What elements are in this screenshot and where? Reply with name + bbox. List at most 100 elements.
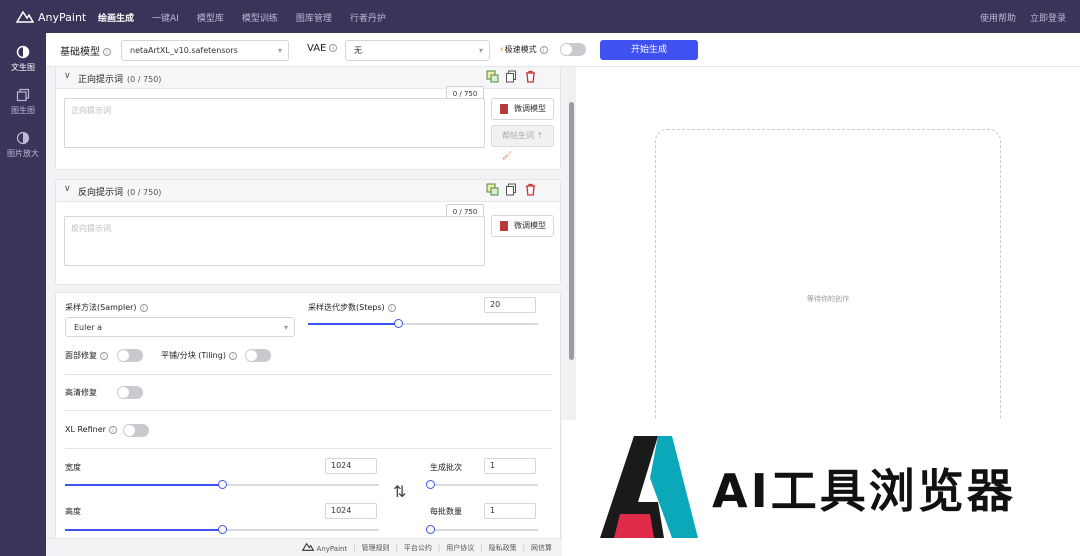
footer-link-filing[interactable]: 网信算 [531,543,552,553]
nav-item-model-library[interactable]: 模型库 [197,11,224,24]
positive-finetune-button[interactable]: 微调模型 [491,98,554,120]
brush-icon: 🖌 [502,151,513,160]
login-link[interactable]: 立即登录 [1030,11,1066,24]
generate-button[interactable]: 开始生成 [600,40,698,60]
chevron-down-icon: ▾ [478,46,483,55]
vae-select[interactable]: 无 ▾ [345,40,490,61]
batch-count-label: 生成批次 [430,463,462,472]
app-logo[interactable]: AnyPaint [16,9,86,25]
hires-toggle[interactable] [117,386,143,399]
delete-icon[interactable] [524,70,537,83]
info-icon[interactable]: i [387,303,396,312]
sampler-select[interactable]: Euler a ▾ [65,317,295,337]
hires-label: 高清修复 [65,388,97,397]
generation-params: 采样方法(Sampler) i Euler a ▾ 采样迭代步数(Steps) i … [55,292,561,538]
tiling-toggle[interactable] [245,349,271,362]
sidebar: 文生图 图生图 图片放大 [0,33,46,556]
base-model-label: 基础模型 i [60,43,111,58]
translate-icon[interactable] [486,183,499,196]
fast-mode-label: ⚡极速模式 i [499,44,548,55]
steps-input[interactable]: 20 [484,297,536,313]
info-icon[interactable]: i [539,45,548,54]
refiner-label: XL Refiner i [65,425,117,434]
swap-dimensions-icon[interactable]: ⇅ [393,482,406,501]
slider-knob[interactable] [393,319,403,328]
positive-prompt-title: 正向提示词 (0 / 750) [78,75,162,85]
watermark-logo-icon [600,436,698,538]
app-name: AnyPaint [38,10,87,24]
preview-area: 等待你的创作 [655,129,1001,429]
preview-placeholder: 等待你的创作 [807,295,849,303]
negative-prompt-card: ∨ 反向提示词 (0 / 750) 0 / 750 反向提示词 微调模型 [55,179,561,285]
nav-item-drawing[interactable]: 绘画生成 [98,11,134,24]
base-model-select[interactable]: netaArtXL_v10.safetensors ▾ [121,40,289,61]
footer-brand: AnyPaint [301,542,347,553]
batch-size-input[interactable]: 1 [484,503,536,519]
negative-prompt-title: 反向提示词 (0 / 750) [78,188,162,198]
copy-icon[interactable] [505,183,518,196]
info-icon[interactable]: i [329,44,338,52]
nav-item-model-training[interactable]: 模型训练 [242,11,278,24]
negative-prompt-input[interactable]: 反向提示词 [64,216,485,266]
base-model-value: netaArtXL_v10.safetensors [130,46,238,55]
positive-prompt-header[interactable]: ∨ 正向提示词 (0 / 750) [56,67,560,89]
face-fix-toggle[interactable] [117,349,143,362]
translate-icon[interactable] [486,70,499,83]
sidebar-item-img2img[interactable]: 图生图 [0,88,46,116]
nav-item-one-click-ai[interactable]: 一键AI [152,11,179,24]
controls-bar: 基础模型 i netaArtXL_v10.safetensors ▾ VAE i 无… [46,33,1080,67]
steps-slider[interactable] [308,319,538,328]
assist-button[interactable]: 帮帖生词 ↑ 🖌 [491,125,554,160]
top-bar: AnyPaint 绘画生成 一键AI 模型库 模型训练 图库管理 行者丹护 使用… [0,0,1080,33]
batch-count-input[interactable]: 1 [484,458,536,474]
negative-finetune-button[interactable]: 微调模型 [491,215,554,237]
height-label: 高度 [65,507,81,516]
slider-knob[interactable] [218,525,227,534]
sidebar-item-txt2img[interactable]: 文生图 [0,45,46,73]
scrollbar-thumb[interactable] [569,102,574,360]
delete-icon[interactable] [524,183,537,196]
footer-link-privacy[interactable]: 隐私政策 [489,543,517,553]
width-input[interactable]: 1024 [325,458,377,474]
anypaint-logo-icon [301,542,315,551]
negative-prompt-header[interactable]: ∨ 反向提示词 (0 / 750) [56,180,560,202]
tiling-label: 平铺/分块 (Tiling) i [161,350,237,361]
footer-link-convention[interactable]: 平台公约 [404,543,432,553]
help-link[interactable]: 使用帮助 [980,11,1016,24]
sidebar-item-label: 图片放大 [7,149,39,158]
footer-link-rules[interactable]: 管理规则 [362,543,390,553]
info-icon[interactable]: i [108,425,117,434]
chevron-down-icon[interactable]: ∨ [64,71,71,81]
sidebar-item-upscale[interactable]: 图片放大 [0,131,46,159]
height-slider[interactable] [65,525,379,534]
sampler-value: Euler a [74,323,103,332]
sidebar-item-label: 文生图 [11,63,35,72]
footer-link-agreement[interactable]: 用户协议 [446,543,474,553]
refiner-toggle[interactable] [123,424,149,437]
width-slider[interactable] [65,480,379,489]
info-icon[interactable]: i [103,48,111,56]
half-circle-icon [16,45,30,59]
height-input[interactable]: 1024 [325,503,377,519]
batch-size-slider[interactable] [426,525,538,534]
positive-prompt-input[interactable]: 正向提示词 [64,98,485,148]
sidebar-item-label: 图生图 [11,106,35,115]
info-icon[interactable]: i [139,303,148,312]
chevron-down-icon: ▾ [277,46,282,55]
batch-count-slider[interactable] [426,480,538,489]
info-icon[interactable]: i [100,351,108,360]
batch-size-label: 每批数量 [430,507,462,516]
copy-icon[interactable] [505,70,518,83]
positive-prompt-card: ∨ 正向提示词 (0 / 750) 0 / 750 正向提示词 微调模型 帮帖生词… [55,67,561,170]
image-copy-icon [16,88,30,102]
steps-label: 采样迭代步数(Steps) i [308,302,396,313]
slider-knob[interactable] [426,525,435,534]
chevron-down-icon[interactable]: ∨ [64,184,71,194]
fast-mode-toggle[interactable] [560,43,586,56]
slider-knob[interactable] [218,480,227,489]
slider-knob[interactable] [426,480,435,489]
info-icon[interactable]: i [228,351,237,360]
book-icon [500,104,508,114]
nav-item-other[interactable]: 行者丹护 [350,11,386,24]
nav-item-gallery[interactable]: 图库管理 [296,11,332,24]
